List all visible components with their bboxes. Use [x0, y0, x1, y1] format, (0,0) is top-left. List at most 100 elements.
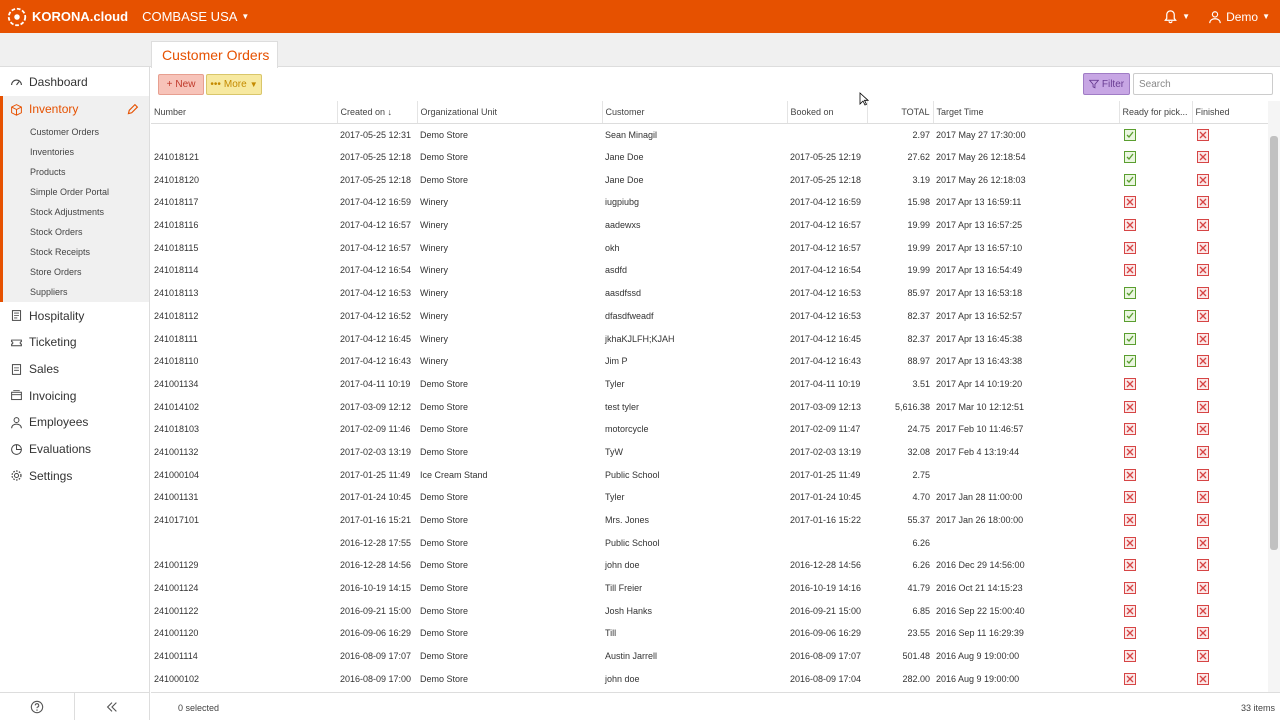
cell-ready[interactable]	[1119, 282, 1192, 305]
cell-finished[interactable]	[1192, 282, 1268, 305]
column-header-number[interactable]: Number	[151, 101, 338, 124]
cell-ready[interactable]	[1119, 531, 1192, 554]
sidebar-subitem-customer-orders[interactable]: Customer Orders	[3, 122, 149, 142]
table-row[interactable]: 241001131 2017-01-24 10:45 Demo Store Tyler…	[151, 486, 1268, 509]
sidebar-subitem-products[interactable]: Products	[3, 162, 149, 182]
sidebar-item-invoicing[interactable]: Invoicing	[0, 382, 149, 409]
cell-ready[interactable]	[1119, 418, 1192, 441]
sidebar-item-ticketing[interactable]: Ticketing	[0, 329, 149, 356]
table-row[interactable]: 241018112 2017-04-12 16:52 Winery dfasdfwea…	[151, 305, 1268, 328]
column-header-booked-on[interactable]: Booked on	[787, 101, 868, 124]
cell-ready[interactable]	[1119, 373, 1192, 396]
table-row[interactable]: 241001134 2017-04-11 10:19 Demo Store Tyler…	[151, 373, 1268, 396]
column-header-finished[interactable]: Finished	[1192, 101, 1268, 124]
cell-finished[interactable]	[1192, 146, 1268, 169]
table-row[interactable]: 2017-05-25 12:31 Demo Store Sean Minagil 2.…	[151, 123, 1268, 146]
cell-ready[interactable]	[1119, 441, 1192, 464]
cell-finished[interactable]	[1192, 554, 1268, 577]
cell-ready[interactable]	[1119, 214, 1192, 237]
table-scrollbar[interactable]	[1268, 101, 1280, 692]
more-button[interactable]: ••• More ▼	[206, 74, 262, 95]
filter-button[interactable]: Filter	[1083, 73, 1130, 95]
table-row[interactable]: 241018113 2017-04-12 16:53 Winery aasdfssd 2…	[151, 282, 1268, 305]
cell-finished[interactable]	[1192, 168, 1268, 191]
table-row[interactable]: 241018117 2017-04-12 16:59 Winery iugpiubg 2…	[151, 191, 1268, 214]
table-row[interactable]: 241018121 2017-05-25 12:18 Demo Store Jane …	[151, 146, 1268, 169]
sidebar-subitem-stock-orders[interactable]: Stock Orders	[3, 222, 149, 242]
cell-ready[interactable]	[1119, 168, 1192, 191]
cell-ready[interactable]	[1119, 191, 1192, 214]
cell-finished[interactable]	[1192, 191, 1268, 214]
column-header-created-on[interactable]: Created on ↓	[337, 101, 418, 124]
cell-finished[interactable]	[1192, 577, 1268, 600]
cell-finished[interactable]	[1192, 486, 1268, 509]
brand-logo[interactable]: KORONA.cloud	[6, 6, 128, 28]
sidebar-subitem-stock-receipts[interactable]: Stock Receipts	[3, 242, 149, 262]
cell-ready[interactable]	[1119, 463, 1192, 486]
scrollbar-thumb[interactable]	[1270, 136, 1278, 550]
table-row[interactable]: 241018110 2017-04-12 16:43 Winery Jim P 2017…	[151, 350, 1268, 373]
column-header-total[interactable]: TOTAL	[867, 101, 934, 124]
sidebar-item-inventory[interactable]: Inventory	[0, 95, 149, 123]
sidebar-subitem-store-orders[interactable]: Store Orders	[3, 262, 149, 282]
table-row[interactable]: 241017101 2017-01-16 15:21 Demo Store Mrs. …	[151, 509, 1268, 532]
column-header-customer[interactable]: Customer	[602, 101, 788, 124]
sidebar-item-employees[interactable]: Employees	[0, 409, 149, 436]
cell-finished[interactable]	[1192, 668, 1268, 691]
table-row[interactable]: 241018116 2017-04-12 16:57 Winery aadewxs 20…	[151, 214, 1268, 237]
table-row[interactable]: 241001122 2016-09-21 15:00 Demo Store Josh …	[151, 599, 1268, 622]
cell-ready[interactable]	[1119, 645, 1192, 668]
cell-ready[interactable]	[1119, 554, 1192, 577]
help-button[interactable]	[0, 693, 75, 720]
cell-finished[interactable]	[1192, 350, 1268, 373]
cell-ready[interactable]	[1119, 327, 1192, 350]
table-row[interactable]: 241000102 2016-08-09 17:00 Demo Store john …	[151, 668, 1268, 691]
cell-ready[interactable]	[1119, 599, 1192, 622]
cell-finished[interactable]	[1192, 395, 1268, 418]
column-header-target-time[interactable]: Target Time	[933, 101, 1120, 124]
cell-ready[interactable]	[1119, 123, 1192, 146]
cell-finished[interactable]	[1192, 622, 1268, 645]
search-input[interactable]	[1133, 73, 1273, 95]
column-header-ready-for-pickup[interactable]: Ready for pick...	[1119, 101, 1193, 124]
table-row[interactable]: 241001114 2016-08-09 17:07 Demo Store Austi…	[151, 645, 1268, 668]
cell-ready[interactable]	[1119, 486, 1192, 509]
sidebar-subitem-inventories[interactable]: Inventories	[3, 142, 149, 162]
table-row[interactable]: 241018103 2017-02-09 11:46 Demo Store motor…	[151, 418, 1268, 441]
cell-ready[interactable]	[1119, 622, 1192, 645]
tab-customer-orders[interactable]: Customer Orders	[151, 41, 278, 68]
sidebar-item-hospitality[interactable]: Hospitality	[0, 302, 149, 329]
cell-ready[interactable]	[1119, 509, 1192, 532]
sidebar-item-dashboard[interactable]: Dashboard	[0, 69, 149, 96]
table-row[interactable]: 241000104 2017-01-25 11:49 Ice Cream Stand…	[151, 463, 1268, 486]
cell-ready[interactable]	[1119, 236, 1192, 259]
column-header-organizational-unit[interactable]: Organizational Unit	[417, 101, 603, 124]
cell-ready[interactable]	[1119, 668, 1192, 691]
cell-finished[interactable]	[1192, 599, 1268, 622]
table-row[interactable]: 2016-12-28 17:55 Demo Store Public School 6…	[151, 531, 1268, 554]
cell-ready[interactable]	[1119, 259, 1192, 282]
table-row[interactable]: 241001129 2016-12-28 14:56 Demo Store john …	[151, 554, 1268, 577]
cell-finished[interactable]	[1192, 373, 1268, 396]
sidebar-subitem-simple-order-portal[interactable]: Simple Order Portal	[3, 182, 149, 202]
notifications-button[interactable]: ▼	[1163, 9, 1190, 24]
table-row[interactable]: 241001132 2017-02-03 13:19 Demo Store TyW 20…	[151, 441, 1268, 464]
cell-finished[interactable]	[1192, 305, 1268, 328]
pencil-icon[interactable]	[126, 103, 139, 116]
cell-finished[interactable]	[1192, 418, 1268, 441]
user-menu[interactable]: Demo ▼	[1208, 10, 1270, 24]
table-row[interactable]: 241014102 2017-03-09 12:12 Demo Store test …	[151, 395, 1268, 418]
table-row[interactable]: 241018120 2017-05-25 12:18 Demo Store Jane …	[151, 168, 1268, 191]
table-row[interactable]: 241018111 2017-04-12 16:45 Winery jkhaKJLFH…	[151, 327, 1268, 350]
cell-finished[interactable]	[1192, 441, 1268, 464]
cell-finished[interactable]	[1192, 509, 1268, 532]
collapse-sidebar-button[interactable]	[75, 693, 149, 720]
cell-finished[interactable]	[1192, 463, 1268, 486]
cell-finished[interactable]	[1192, 214, 1268, 237]
cell-ready[interactable]	[1119, 305, 1192, 328]
sidebar-item-sales[interactable]: Sales	[0, 356, 149, 383]
cell-finished[interactable]	[1192, 259, 1268, 282]
cell-ready[interactable]	[1119, 395, 1192, 418]
cell-finished[interactable]	[1192, 645, 1268, 668]
table-row[interactable]: 241001120 2016-09-06 16:29 Demo Store Till 2…	[151, 622, 1268, 645]
